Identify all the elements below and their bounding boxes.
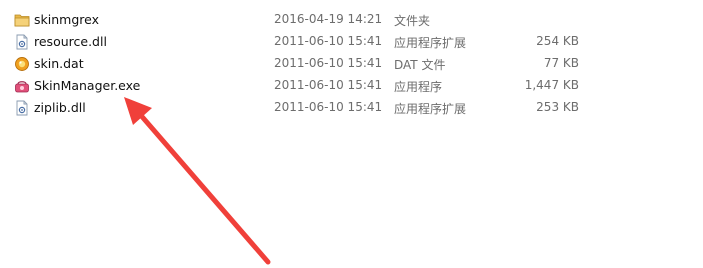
file-type: 应用程序扩展 [394,102,467,116]
file-name: resource.dll [34,34,107,49]
file-type: 应用程序扩展 [394,36,467,50]
file-date: 2011-06-10 15:41 [274,100,383,114]
file-row-resource-dll[interactable]: resource.dll 2011-06-10 15:41 应用程序扩展 254… [0,31,703,53]
file-size: 1,447 KB [524,78,579,92]
file-list: skinmgrex 2016-04-19 14:21 文件夹 resource.… [0,0,703,268]
file-size: 77 KB [543,56,579,70]
file-name: SkinManager.exe [34,78,141,93]
file-row-skinmanager-exe[interactable]: SkinManager.exe 2011-06-10 15:41 应用程序 1,… [0,75,703,97]
file-type: 文件夹 [394,14,431,28]
dll-file-icon [14,34,30,50]
file-date: 2016-04-19 14:21 [274,12,383,26]
file-size: 253 KB [536,100,579,114]
file-date: 2011-06-10 15:41 [274,56,383,70]
dat-file-icon [14,56,30,72]
file-size: 254 KB [536,34,579,48]
file-date: 2011-06-10 15:41 [274,34,383,48]
folder-icon [14,12,30,28]
file-date: 2011-06-10 15:41 [274,78,383,92]
file-name: skinmgrex [34,12,99,27]
file-row-skinmgrex[interactable]: skinmgrex 2016-04-19 14:21 文件夹 [0,9,703,31]
exe-file-icon [14,78,30,94]
file-row-skin-dat[interactable]: skin.dat 2011-06-10 15:41 DAT 文件 77 KB [0,53,703,75]
dll-file-icon [14,100,30,116]
file-row-ziplib-dll[interactable]: ziplib.dll 2011-06-10 15:41 应用程序扩展 253 K… [0,97,703,119]
file-name: skin.dat [34,56,84,71]
file-name: ziplib.dll [34,100,86,115]
file-type: 应用程序 [394,80,443,94]
file-type: DAT 文件 [394,58,446,72]
